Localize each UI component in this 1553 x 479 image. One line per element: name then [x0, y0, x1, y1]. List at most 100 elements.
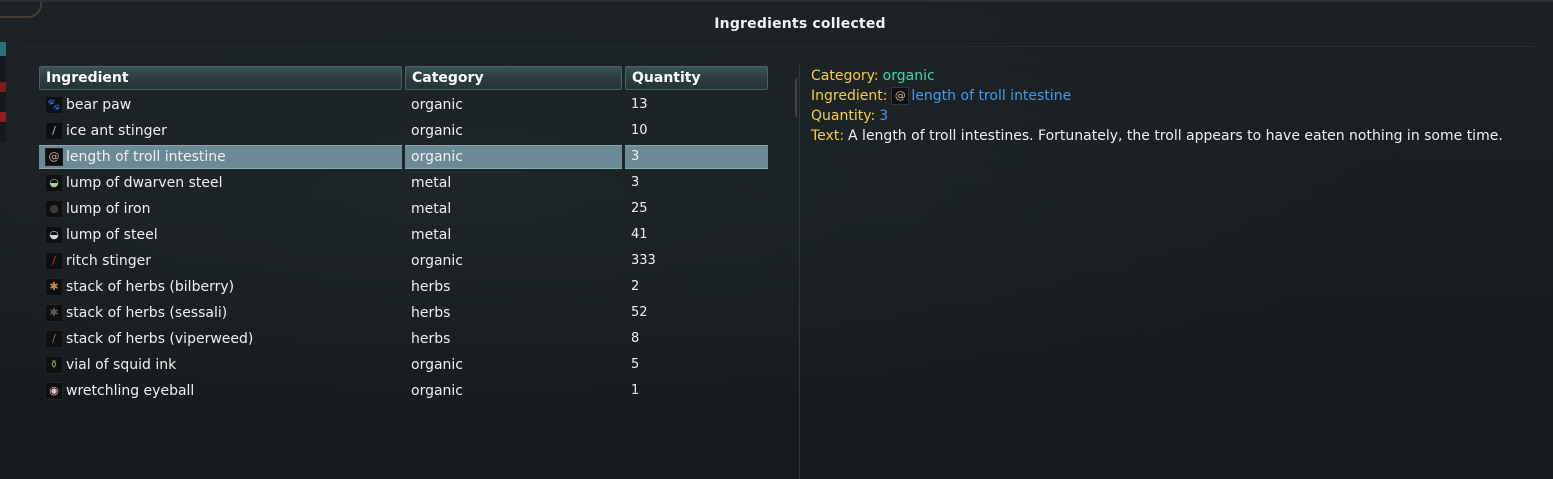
cell-category: organic [411, 357, 464, 373]
window-title: Ingredients collected [714, 16, 886, 32]
table-row[interactable]: / ice ant stinger organic 10 [39, 118, 769, 144]
table-row[interactable]: / ritch stinger organic 333 [39, 248, 769, 274]
divider-ornament [795, 78, 803, 118]
ingredient-cell-content: ✱ stack of herbs (sessali) [45, 301, 402, 325]
detail-ingredient-label: Ingredient: [811, 88, 888, 104]
ingredient-cell-content: 🐾 bear paw [45, 93, 402, 117]
cell-category: herbs [411, 279, 451, 295]
column-header-ingredient[interactable]: Ingredient [39, 66, 402, 90]
ingredient-name: wretchling eyeball [66, 383, 195, 399]
details-panel: Category: organic Ingredient: @ length o… [811, 66, 1541, 146]
cell-category: organic [405, 145, 622, 169]
cell-quantity: 1 [631, 383, 640, 398]
iron-lump-icon: ● [45, 200, 63, 218]
ingredients-table: Ingredient Category Quantity 🐾 bear paw or… [39, 66, 769, 404]
cell-ingredient: @ length of troll intestine [39, 145, 402, 169]
detail-text-value: A length of troll intestines. Fortunatel… [848, 128, 1503, 144]
cell-ingredient: / ritch stinger [39, 249, 402, 273]
detail-quantity-label: Quantity: [811, 108, 876, 124]
bear-paw-icon: 🐾 [45, 96, 63, 114]
table-header: Ingredient Category Quantity [39, 66, 769, 90]
sessali-herb-icon: ✱ [45, 304, 63, 322]
cell-ingredient: ✱ stack of herbs (sessali) [39, 301, 402, 325]
cell-quantity: 25 [631, 201, 648, 216]
steel-lump-icon: ◒ [45, 226, 63, 244]
ingredient-cell-content: ◉ wretchling eyeball [45, 379, 402, 403]
cell-category: metal [411, 227, 452, 243]
cell-ingredient: ⚱ vial of squid ink [39, 353, 402, 377]
ingredient-cell-content: / ritch stinger [45, 249, 402, 273]
cell-ingredient: / stack of herbs (viperweed) [39, 327, 402, 351]
ingredient-name: ritch stinger [66, 253, 151, 269]
cell-quantity: 3 [625, 145, 768, 169]
ingredient-name: lump of iron [66, 201, 151, 217]
cell-ingredient: 🐾 bear paw [39, 93, 402, 117]
eyeball-icon: ◉ [45, 382, 63, 400]
table-row[interactable]: ✱ stack of herbs (sessali) herbs 52 [39, 300, 769, 326]
table-row[interactable]: ◉ wretchling eyeball organic 1 [39, 378, 769, 404]
ingredient-cell-content: ◒ lump of dwarven steel [45, 171, 402, 195]
table-row[interactable]: @ length of troll intestine organic 3 [39, 144, 769, 170]
cell-ingredient: / ice ant stinger [39, 119, 402, 143]
detail-category-line: Category: organic [811, 66, 1541, 86]
detail-text-line: Text: A length of troll intestines. Fort… [811, 126, 1541, 146]
table-row[interactable]: ◒ lump of dwarven steel metal 3 [39, 170, 769, 196]
detail-ingredient-line: Ingredient: @ length of troll intestine [811, 86, 1541, 106]
detail-category-value: organic [882, 68, 935, 84]
detail-category-label: Category: [811, 68, 879, 84]
title-separator [20, 46, 1535, 47]
cell-category: organic [411, 383, 464, 399]
viperweed-herb-icon: / [45, 330, 63, 348]
table-row[interactable]: ● lump of iron metal 25 [39, 196, 769, 222]
panel-divider [799, 64, 800, 479]
cell-quantity: 5 [631, 357, 640, 372]
detail-ingredient-link[interactable]: length of troll intestine [911, 86, 1071, 106]
cell-ingredient: ✱ stack of herbs (bilberry) [39, 275, 402, 299]
table-body: 🐾 bear paw organic 13/ice ant stinger organi… [39, 92, 769, 404]
ingredient-cell-content: ✱ stack of herbs (bilberry) [45, 275, 402, 299]
ingredient-cell-content: ◒ lump of steel [45, 223, 402, 247]
ingredient-cell-content: / stack of herbs (viperweed) [45, 327, 402, 351]
cell-quantity: 2 [631, 279, 640, 294]
cell-ingredient: ◉ wretchling eyeball [39, 379, 402, 403]
ingredient-cell-content: ⚱ vial of squid ink [45, 353, 402, 377]
cell-category: organic [411, 253, 464, 269]
ice-ant-stinger-icon: / [45, 122, 63, 140]
cell-quantity: 41 [631, 227, 648, 242]
ingredient-name: lump of dwarven steel [66, 175, 223, 191]
cell-quantity: 3 [631, 175, 640, 190]
left-edge-strip [0, 42, 6, 142]
column-header-quantity[interactable]: Quantity [625, 66, 768, 90]
cell-ingredient: ◒ lump of steel [39, 223, 402, 247]
table-row[interactable]: ⚱ vial of squid ink organic 5 [39, 352, 769, 378]
cell-quantity: 333 [631, 253, 656, 268]
cell-category: metal [411, 175, 452, 191]
cell-ingredient: ● lump of iron [39, 197, 402, 221]
ingredient-cell-content: @ length of troll intestine [45, 146, 402, 168]
ingredients-window: Ingredients collected Ingredient Categor… [0, 0, 1553, 479]
table-row[interactable]: ◒ lump of steel metal 41 [39, 222, 769, 248]
table-row[interactable]: / stack of herbs (viperweed) herbs 8 [39, 326, 769, 352]
ingredient-name: vial of squid ink [66, 357, 177, 373]
cell-quantity: 8 [631, 331, 640, 346]
ritch-stinger-icon: / [45, 252, 63, 270]
table-row[interactable]: ✱ stack of herbs (bilberry) herbs 2 [39, 274, 769, 300]
detail-text-label: Text: [811, 128, 845, 144]
ingredient-name: ice ant stinger [66, 123, 167, 139]
cell-category: metal [411, 201, 452, 217]
bilberry-herb-icon: ✱ [45, 278, 63, 296]
ingredient-name: length of troll intestine [66, 149, 226, 165]
cell-quantity: 52 [631, 305, 648, 320]
cell-quantity: 13 [631, 97, 648, 112]
cell-ingredient: ◒ lump of dwarven steel [39, 171, 402, 195]
cell-category: organic [411, 97, 464, 113]
cell-category: herbs [411, 331, 451, 347]
column-header-category[interactable]: Category [405, 66, 622, 90]
ingredient-name: lump of steel [66, 227, 158, 243]
ingredient-name: stack of herbs (bilberry) [66, 279, 235, 295]
table-row[interactable]: 🐾 bear paw organic 13 [39, 92, 769, 118]
ingredient-name: bear paw [66, 97, 132, 113]
troll-intestine-icon: @ [45, 148, 63, 166]
detail-quantity-line: Quantity: 3 [811, 106, 1541, 126]
ingredient-name: stack of herbs (sessali) [66, 305, 228, 321]
